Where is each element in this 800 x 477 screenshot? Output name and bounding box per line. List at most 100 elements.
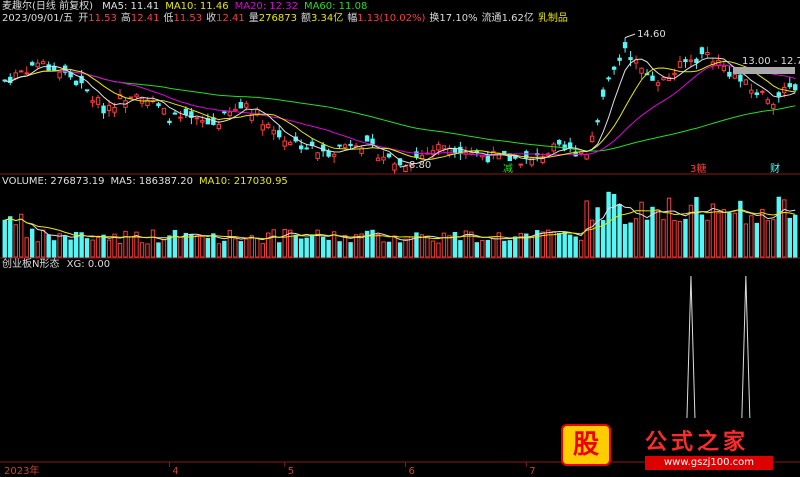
candle-body <box>156 103 161 107</box>
volume-bar <box>699 214 705 258</box>
stock-period: (日线 前复权) <box>32 1 93 12</box>
volume-bar <box>172 229 178 258</box>
candle-body <box>452 148 458 154</box>
candle-body <box>381 156 386 161</box>
volume-bar <box>611 193 617 258</box>
volume-bar <box>156 242 161 258</box>
volume-bar <box>546 229 551 258</box>
stock-chart[interactable]: 14.60 8.80 13.00 - 12.70 减 3糖 财 2023年 4 5 6 7 <box>0 0 800 477</box>
candle-body <box>721 65 727 72</box>
quote-item: 乳制品 <box>538 13 568 24</box>
volume-bar <box>189 233 194 258</box>
volume-bar <box>595 207 600 258</box>
volume-bar <box>320 236 326 258</box>
candle-body <box>326 150 331 157</box>
volume-bar <box>485 239 491 258</box>
volume-bar <box>342 234 348 258</box>
volume-bar <box>51 240 57 258</box>
candle-body <box>639 67 644 74</box>
candle-body <box>348 143 353 147</box>
candle-body <box>84 89 90 92</box>
volume-bar <box>95 236 101 258</box>
time-axis-label: 4 <box>172 466 178 477</box>
candle-body <box>650 75 655 81</box>
volume-bar <box>447 235 452 258</box>
volume-bar <box>655 209 661 258</box>
quote-key: 收 <box>206 13 217 24</box>
volume-bar <box>57 233 62 258</box>
volume-bar <box>2 219 7 258</box>
candle-body <box>606 77 611 80</box>
volume-bar <box>776 196 781 258</box>
candle-body <box>743 79 749 85</box>
candle-body <box>95 97 101 105</box>
candle-body <box>513 156 518 159</box>
candle-body <box>315 152 320 159</box>
quote-item: 幅1.13(10.02%) <box>347 13 425 24</box>
candle-body <box>277 130 282 138</box>
candle-body <box>216 123 222 130</box>
volume-bar <box>749 215 754 258</box>
volume-bar <box>727 212 732 258</box>
time-axis-label: 6 <box>408 466 414 477</box>
candle-body <box>705 51 710 56</box>
candle-body <box>128 96 134 99</box>
volume-bar <box>150 229 156 258</box>
watermark-logo: 股 <box>561 424 611 466</box>
candle-body <box>677 61 683 68</box>
volume-bar <box>430 240 436 258</box>
volume-bar <box>178 236 183 258</box>
volume-bar <box>754 222 760 258</box>
quote-row: 2023/09/01/五 开11.53 高12.41 低11.53 收12.41 量27… <box>2 13 568 25</box>
candle-body <box>683 59 688 63</box>
candle-body <box>29 62 35 66</box>
quote-item: 开11.53 <box>78 13 117 24</box>
volume-bar <box>375 234 381 258</box>
candle-body <box>776 92 781 97</box>
volume-bar <box>694 197 699 258</box>
candle-body <box>370 138 375 145</box>
volume-bar <box>139 242 145 258</box>
volume-bar <box>644 219 650 258</box>
candle-body <box>567 142 573 148</box>
volume-bar <box>161 238 167 258</box>
quote-value: 乳制品 <box>537 13 568 24</box>
candle-body <box>331 153 337 157</box>
volume-bar <box>480 239 485 258</box>
volume-bar <box>348 242 353 258</box>
candle-body <box>732 74 738 79</box>
volume-bar <box>705 219 710 258</box>
volume-bar <box>19 213 24 258</box>
volume-bar <box>244 238 249 258</box>
candle-body <box>793 84 798 91</box>
volume-bar <box>556 232 562 258</box>
quote-key: 高 <box>120 13 131 24</box>
volume-bar <box>419 234 425 258</box>
volume-bar <box>288 229 293 258</box>
candle-body <box>222 111 227 114</box>
volume-bar <box>337 241 342 258</box>
candle-body <box>392 163 397 171</box>
volume-bar <box>386 241 392 258</box>
volume-bar <box>200 235 205 258</box>
volume-bar <box>507 240 512 258</box>
volume-bar <box>765 220 771 258</box>
volume-bar <box>397 242 403 258</box>
candle-body <box>364 135 370 142</box>
candle-body <box>749 89 754 94</box>
volume-bar <box>353 234 359 258</box>
candle-body <box>617 57 622 61</box>
candle-body <box>266 123 271 128</box>
candle-body <box>57 71 62 79</box>
ma-legend-item: MA60: 11.08 <box>303 1 368 12</box>
volume-bar <box>551 231 556 258</box>
candle-body <box>288 142 293 146</box>
volume-legend-item: MA10: 217030.95 <box>198 176 288 187</box>
quote-key: 幅 <box>347 13 358 24</box>
quote-item: 量276873 <box>249 13 297 24</box>
candle-body <box>611 66 617 70</box>
candle-body <box>771 103 776 109</box>
candle-body <box>244 103 249 108</box>
volume-bar <box>84 238 90 258</box>
volume-bar <box>238 241 244 258</box>
